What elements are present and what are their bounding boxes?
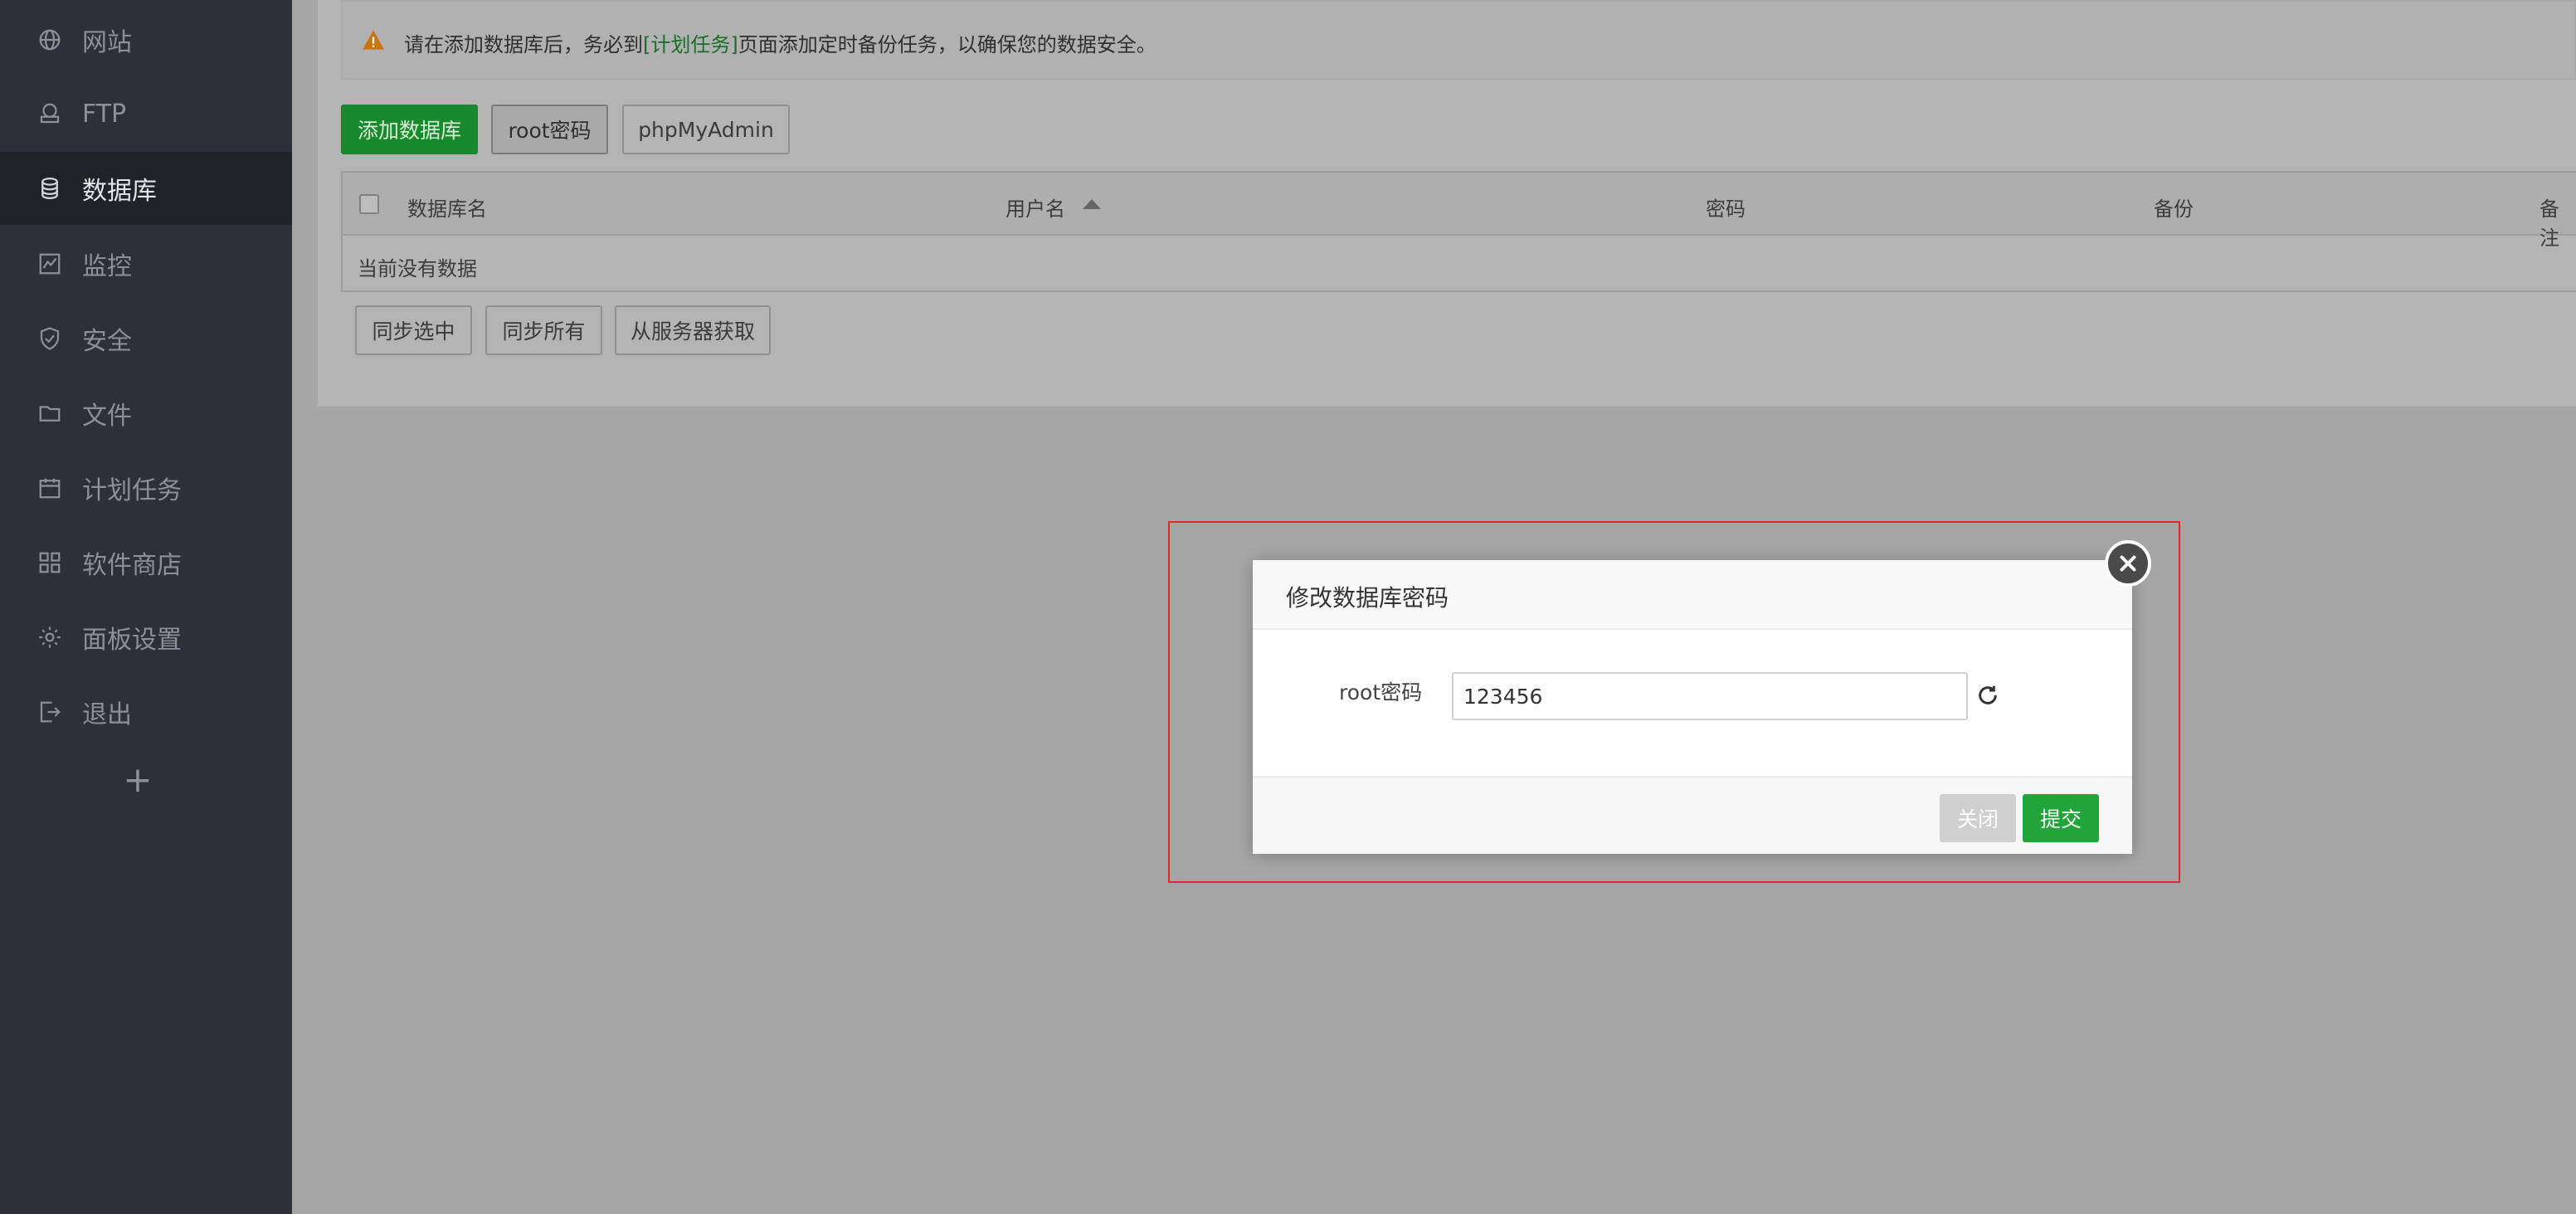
sync-all-button[interactable]: 同步所有 [485, 305, 602, 355]
warning-icon [361, 28, 386, 51]
sidebar-item-label: 安全 [82, 327, 132, 356]
select-all-checkbox[interactable] [359, 194, 379, 214]
grid-icon [37, 549, 63, 576]
gear-icon [37, 624, 63, 651]
calendar-icon [37, 475, 63, 501]
column-header-password: 密码 [1706, 197, 1746, 221]
sidebar-item-security[interactable]: 安全 [0, 302, 292, 375]
sidebar-item-label: 文件 [82, 402, 132, 431]
root-password-input[interactable] [1452, 672, 1968, 720]
dialog-title: 修改数据库密码 [1286, 584, 1449, 612]
database-table: 数据库名 用户名 密码 备份 备注 当前没有数据 [341, 171, 2576, 292]
sidebar-item-website[interactable]: 网站 [0, 3, 292, 76]
column-header-dbname[interactable]: 数据库名 [407, 193, 487, 222]
shield-icon [37, 325, 63, 352]
sidebar-item-label: 退出 [82, 700, 132, 729]
monitor-icon [37, 251, 63, 277]
sidebar-item-label: 软件商店 [82, 551, 182, 580]
sidebar-item-settings[interactable]: 面板设置 [0, 601, 292, 674]
change-password-dialog: 修改数据库密码 root密码 关闭 提交 [1253, 560, 2132, 854]
folder-icon [37, 400, 63, 427]
add-menu-button[interactable]: + [121, 763, 154, 797]
close-dialog-icon[interactable] [2105, 540, 2151, 587]
empty-table-message: 当前没有数据 [358, 257, 477, 280]
sidebar-item-monitor[interactable]: 监控 [0, 227, 292, 300]
sidebar-item-database[interactable]: 数据库 [0, 152, 292, 225]
ftp-icon [37, 100, 63, 127]
sidebar-item-cron[interactable]: 计划任务 [0, 451, 292, 524]
submit-button[interactable]: 提交 [2023, 794, 2099, 842]
sidebar-item-label: 计划任务 [82, 476, 182, 505]
root-password-label: root密码 [1339, 680, 1423, 705]
add-database-button[interactable]: 添加数据库 [341, 105, 478, 154]
refresh-icon[interactable] [1975, 682, 2001, 709]
sidebar-item-label: 面板设置 [82, 626, 182, 655]
sidebar-item-files[interactable]: 文件 [0, 377, 292, 450]
root-password-button[interactable]: root密码 [491, 105, 608, 154]
sidebar-item-label: 监控 [82, 252, 132, 281]
sidebar-item-label: FTP [82, 99, 127, 129]
sort-asc-icon[interactable] [1083, 199, 1101, 209]
database-icon [37, 175, 63, 202]
backup-warning-alert: 请在添加数据库后，务必到[计划任务]页面添加定时备份任务，以确保您的数据安全。 [341, 0, 2576, 80]
alert-text: 请在添加数据库后，务必到[计划任务]页面添加定时备份任务，以确保您的数据安全。 [404, 33, 1157, 56]
sidebar-item-store[interactable]: 软件商店 [0, 526, 292, 599]
sidebar-item-logout[interactable]: 退出 [0, 675, 292, 748]
column-header-backup: 备份 [2154, 197, 2194, 221]
column-header-username[interactable]: 用户名 [1006, 193, 1065, 222]
globe-icon [37, 27, 63, 53]
sidebar-item-label: 数据库 [82, 177, 157, 206]
phpmyadmin-button[interactable]: phpMyAdmin [622, 105, 790, 154]
dialog-footer: 关闭 提交 [1253, 776, 2132, 854]
table-header: 数据库名 用户名 密码 备份 备注 [343, 173, 2576, 250]
sidebar-item-label: 网站 [82, 28, 132, 57]
sidebar: 网站 FTP 数据库 监控 安全 文件 计划任务 软件商店 面板设置 退出 + [0, 0, 292, 1214]
sync-selected-button[interactable]: 同步选中 [355, 305, 472, 355]
cron-task-link[interactable]: [计划任务] [643, 33, 738, 56]
sidebar-item-ftp[interactable]: FTP [0, 77, 292, 150]
dialog-header: 修改数据库密码 [1253, 560, 2132, 630]
fetch-from-server-button[interactable]: 从服务器获取 [615, 305, 771, 355]
close-button[interactable]: 关闭 [1940, 794, 2016, 842]
logout-icon [37, 699, 63, 725]
column-header-notes: 备注 [2539, 197, 2559, 250]
